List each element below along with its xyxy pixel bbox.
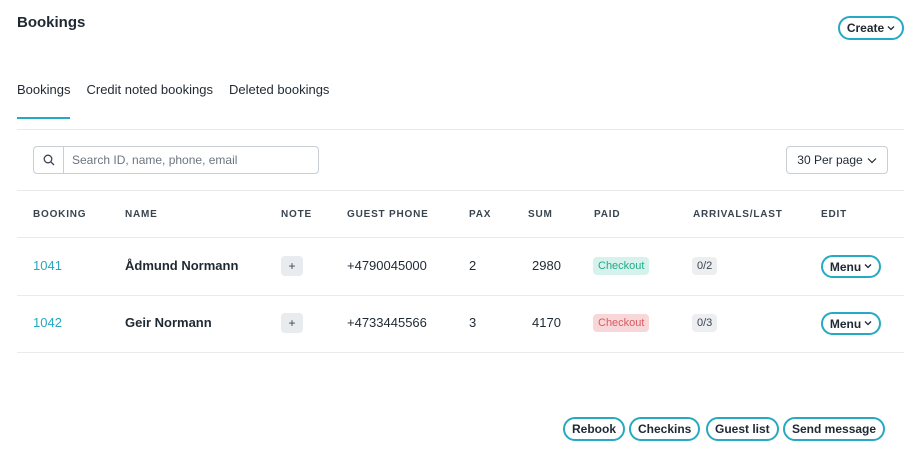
rebook-button[interactable]: Rebook [563, 417, 626, 441]
guest-name: Geir Normann [125, 315, 212, 330]
column-header-paid: PAID [594, 209, 621, 220]
checkout-badge-unpaid[interactable]: Checkout [593, 314, 650, 332]
booking-sum: 2980 [532, 258, 561, 273]
create-button[interactable]: Create [838, 16, 904, 40]
tab-deleted-bookings[interactable]: Deleted bookings [229, 82, 329, 119]
column-header-guest-phone: GUEST PHONE [347, 209, 429, 220]
guest-phone: +4790045000 [347, 258, 427, 273]
chevron-down-icon [887, 24, 895, 33]
column-header-note: NOTE [281, 209, 312, 220]
checkout-badge-paid[interactable]: Checkout [593, 257, 650, 275]
arrivals-badge: 0/2 [692, 257, 718, 275]
chevron-down-icon [864, 262, 872, 271]
column-header-sum: SUM [528, 209, 553, 220]
checkins-button[interactable]: Checkins [629, 417, 701, 441]
send-message-button[interactable]: Send message [783, 417, 886, 441]
booking-sum: 4170 [532, 315, 561, 330]
search-input[interactable] [64, 147, 318, 173]
column-header-booking: BOOKING [33, 209, 87, 220]
row-menu-label: Menu [829, 259, 862, 274]
column-header-arrivals-last: ARRIVALS/LAST [693, 209, 783, 220]
row-menu-button[interactable]: Menu [821, 312, 881, 335]
column-header-edit: EDIT [821, 209, 847, 220]
tabs-divider [17, 129, 904, 130]
arrivals-badge: 0/3 [692, 314, 718, 332]
create-button-label: Create [846, 21, 885, 35]
booking-id-link[interactable]: 1041 [33, 258, 62, 273]
booking-id-link[interactable]: 1042 [33, 315, 62, 330]
header-divider [17, 237, 904, 238]
row-divider [17, 352, 904, 353]
tab-bar: Bookings Credit noted bookings Deleted b… [17, 82, 345, 119]
pax-count: 3 [469, 315, 477, 330]
chevron-down-icon [867, 153, 877, 167]
page-title: Bookings [17, 14, 86, 31]
tab-credit-noted-bookings[interactable]: Credit noted bookings [86, 82, 212, 119]
per-page-select[interactable]: 30 Per page [786, 146, 888, 174]
add-note-button[interactable]: + [281, 256, 303, 276]
column-header-name: NAME [125, 209, 158, 220]
chevron-down-icon [864, 319, 872, 328]
add-note-button[interactable]: + [281, 313, 303, 333]
row-menu-button[interactable]: Menu [821, 255, 881, 278]
row-menu-label: Menu [829, 316, 862, 331]
table-top-divider [17, 190, 904, 191]
guest-phone: +4733445566 [347, 315, 427, 330]
search-box [33, 146, 319, 174]
pax-count: 2 [469, 258, 477, 273]
per-page-label: 30 Per page [797, 153, 863, 167]
column-header-pax: PAX [469, 209, 492, 220]
search-icon[interactable] [34, 147, 64, 173]
guest-name: Ådmund Normann [125, 258, 239, 273]
tab-bookings[interactable]: Bookings [17, 82, 71, 119]
guest-list-button[interactable]: Guest list [706, 417, 779, 441]
row-divider [17, 295, 904, 296]
